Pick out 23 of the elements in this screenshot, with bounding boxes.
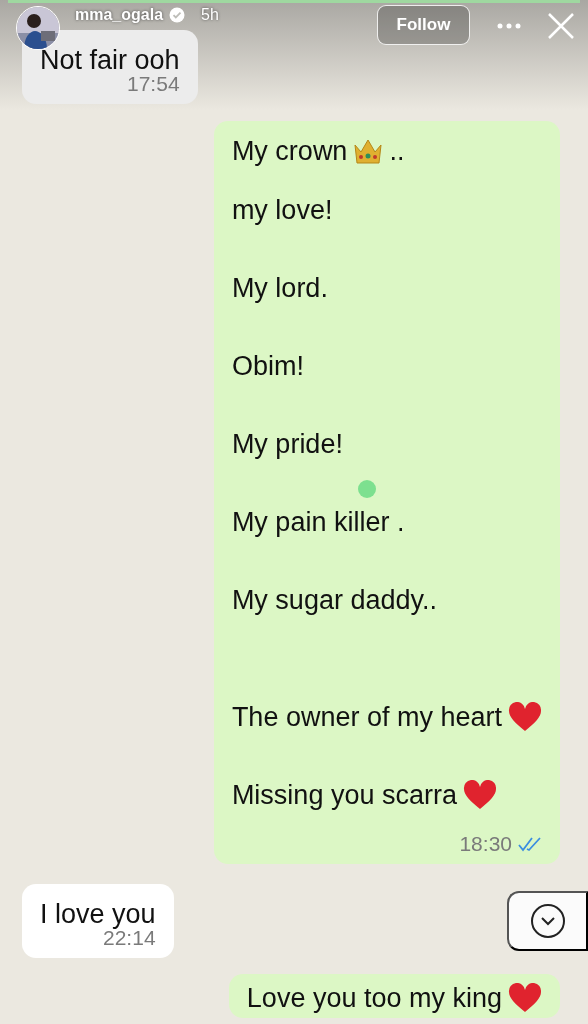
message-text: Missing you scarra xyxy=(231,779,457,811)
heart-icon xyxy=(462,780,497,810)
message-text: .. xyxy=(389,135,405,167)
chevron-down-icon xyxy=(529,903,566,939)
message-text: Obim! xyxy=(231,350,304,382)
message-text: My sugar daddy.. xyxy=(231,584,437,616)
post-age: 5h xyxy=(201,6,219,24)
message-text: My lord. xyxy=(231,272,328,304)
username[interactable]: mma_ogala xyxy=(75,6,164,24)
message-time: 18:30 xyxy=(459,832,512,856)
scroll-down-button[interactable] xyxy=(507,891,588,951)
crown-icon xyxy=(353,137,384,165)
message-text: My pride! xyxy=(231,428,343,460)
message-text: My crown xyxy=(231,135,348,167)
heart-icon xyxy=(508,702,542,732)
message-text: The owner of my heart xyxy=(231,701,502,733)
message-text: my love! xyxy=(231,194,333,226)
message-text: Love you too my king xyxy=(246,982,502,1014)
avatar[interactable] xyxy=(16,6,60,50)
heart-icon xyxy=(508,983,542,1013)
follow-button[interactable]: Follow xyxy=(377,5,470,45)
message-text: My pain killer . xyxy=(231,506,405,538)
message-text: I love you xyxy=(40,898,156,930)
